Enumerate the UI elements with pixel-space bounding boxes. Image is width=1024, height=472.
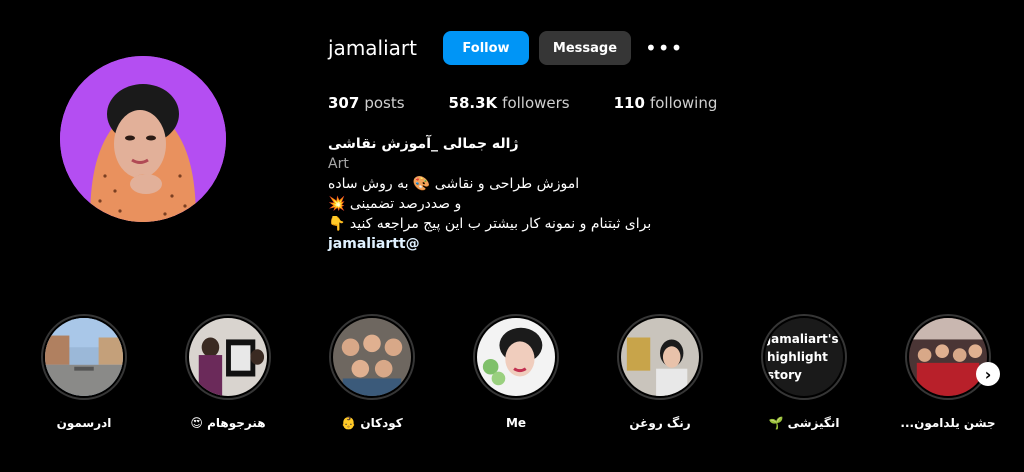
bio-line: برای ثبتنام و نمونه کار بیشتر ب این پیج … <box>328 216 652 232</box>
highlight-label: جشن یلدامون... <box>900 416 996 430</box>
followers-label: followers <box>502 94 570 112</box>
highlight-label: کودکان 👶 <box>341 416 403 430</box>
stat-following[interactable]: 110 following <box>614 94 718 112</box>
posts-label: posts <box>364 94 405 112</box>
highlight-label: Me <box>505 416 527 430</box>
highlight-party-image <box>909 318 987 396</box>
highlight-children-image <box>333 318 411 396</box>
profile-mention-link[interactable]: jamaliartt@ <box>328 234 1004 254</box>
profile-header: jamaliart Follow Message ••• 307 posts 58… <box>328 30 1004 254</box>
followers-count: 58.3K <box>448 94 498 112</box>
highlight-label: رنگ روغن <box>629 416 691 430</box>
highlight-item[interactable]: Me <box>456 314 576 430</box>
story-highlights: ادرسمون هنرجوهام 😍 کودکان 👶 Me رنگ روغن … <box>20 314 1020 434</box>
highlight-label: ادرسمون <box>56 416 112 430</box>
highlight-item[interactable]: ادرسمون <box>24 314 144 430</box>
highlight-label: انگیزشی 🌱 <box>768 416 840 430</box>
stat-followers[interactable]: 58.3K followers <box>449 94 570 112</box>
highlight-item[interactable]: jamaliart's highlight story انگیزشی 🌱 <box>744 314 864 430</box>
highlight-item[interactable]: هنرجوهام 😍 <box>168 314 288 430</box>
highlight-street-image <box>45 318 123 396</box>
profile-full-name: ژاله جمالی _آموزش نقاشی <box>328 136 519 152</box>
highlight-cover-text: jamaliart's highlight story <box>765 318 843 396</box>
highlight-item[interactable]: کودکان 👶 <box>312 314 432 430</box>
profile-photo <box>60 56 226 222</box>
follow-button[interactable]: Follow <box>442 31 529 65</box>
stat-posts: 307 posts <box>328 94 405 112</box>
highlight-oil-painting-image <box>621 318 699 396</box>
highlight-item[interactable]: رنگ روغن <box>600 314 720 430</box>
profile-bio: ژاله جمالی _آموزش نقاشی Art اموزش طراحی … <box>328 134 1004 254</box>
following-label: following <box>649 94 718 112</box>
profile-category: Art <box>328 156 349 172</box>
profile-stats: 307 posts 58.3K followers 110 following <box>328 94 1004 112</box>
message-button[interactable]: Message <box>538 31 631 65</box>
more-options-icon[interactable]: ••• <box>645 38 683 58</box>
profile-username[interactable]: jamaliart <box>328 36 417 60</box>
posts-count: 307 <box>328 94 360 112</box>
highlight-students-art-image <box>189 318 267 396</box>
bio-line: اموزش طراحی و نقاشی 🎨 به روش ساده <box>328 176 580 192</box>
highlight-portrait-image <box>477 318 555 396</box>
profile-avatar[interactable] <box>60 56 226 222</box>
chevron-right-icon[interactable]: › <box>976 362 1000 386</box>
bio-line: و صددرصد تضمینی 💥 <box>328 196 462 212</box>
following-count: 110 <box>613 94 645 112</box>
highlight-label: هنرجوهام 😍 <box>190 416 266 430</box>
